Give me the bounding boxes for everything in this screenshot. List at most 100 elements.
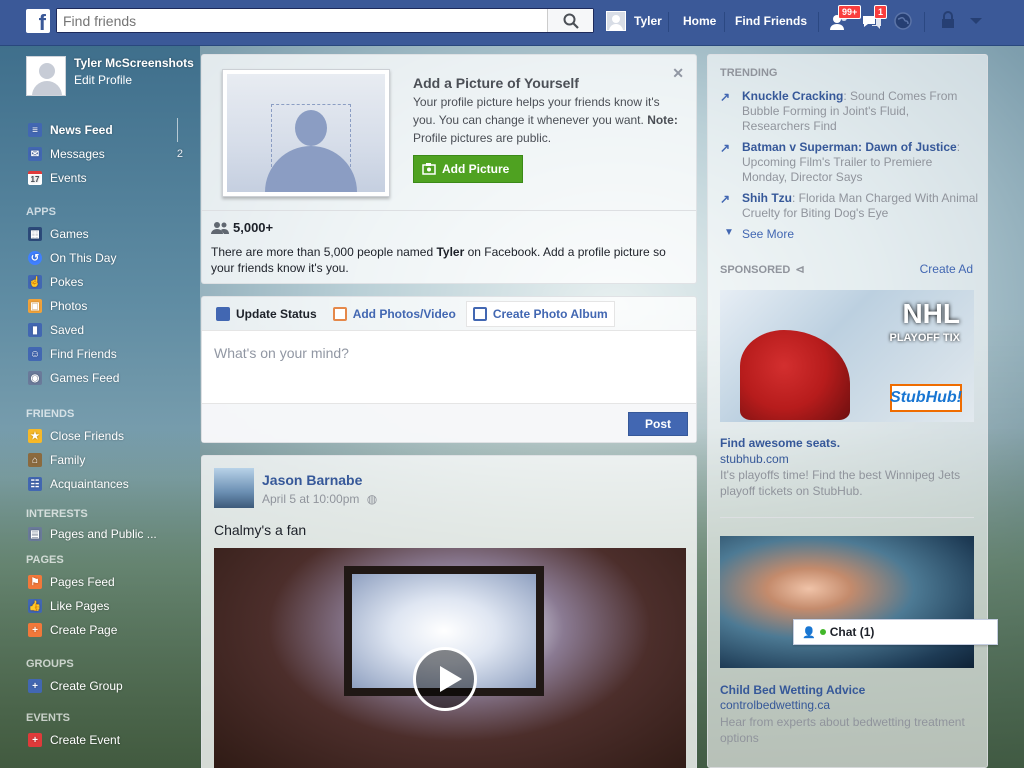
- tab-add-photos-video[interactable]: Add Photos/Video: [327, 302, 462, 326]
- section-title-events[interactable]: EVENTS: [18, 698, 198, 724]
- sidebar-item-events[interactable]: 17 Events: [18, 166, 198, 190]
- status-composer: Update Status Add Photos/Video Create Ph…: [201, 296, 697, 443]
- nav-find-friends-link[interactable]: Find Friends: [735, 14, 807, 28]
- tab-create-photo-album[interactable]: Create Photo Album: [465, 300, 615, 327]
- trending-item[interactable]: ↗ Shih Tzu: Florida Man Charged With Ani…: [720, 191, 980, 221]
- sidebar-item-pokes[interactable]: ☝ Pokes: [18, 270, 198, 294]
- search-icon: [563, 13, 579, 29]
- section-title-groups[interactable]: GROUPS: [18, 642, 198, 670]
- person-icon: 👤: [802, 626, 816, 639]
- chat-tab[interactable]: 👤 Chat (1): [793, 619, 998, 645]
- sidebar-item-messages[interactable]: ✉ Messages 2: [18, 142, 198, 166]
- globe-icon: ◍: [366, 492, 378, 506]
- trending-topic: Shih Tzu: [742, 191, 792, 205]
- add-picture-button[interactable]: Add Picture: [413, 155, 523, 183]
- sidebar-item-like-pages[interactable]: 👍 Like Pages: [18, 594, 198, 618]
- story-author-avatar[interactable]: [214, 468, 254, 508]
- ad-domain[interactable]: controlbedwetting.ca: [720, 698, 830, 712]
- notifications-button[interactable]: [892, 10, 916, 34]
- sidebar-item-label: Family: [50, 453, 86, 467]
- see-more-link[interactable]: ▼ See More: [720, 227, 794, 241]
- name-count: 5,000+: [211, 220, 273, 235]
- profile-picture-placeholder[interactable]: [222, 69, 390, 197]
- sidebar-item-close-friends[interactable]: ★ Close Friends: [18, 424, 198, 448]
- avatar: [606, 11, 626, 31]
- ad-description: It's playoffs time! Find the best Winnip…: [720, 468, 961, 498]
- prompt-text: Your profile picture helps your friends …: [413, 93, 683, 147]
- nav-profile-link[interactable]: Tyler: [606, 11, 662, 31]
- edit-profile-link[interactable]: Edit Profile: [74, 73, 194, 87]
- account-settings-button[interactable]: [966, 10, 990, 34]
- profile-avatar[interactable]: [26, 56, 66, 96]
- top-bar: f Tyler Home Find Friends 99+ 1: [0, 0, 1024, 46]
- ad-domain[interactable]: stubhub.com: [720, 452, 789, 466]
- sidebar-item-saved[interactable]: ▮ Saved: [18, 318, 198, 342]
- sidebar-item-games-feed[interactable]: ◉ Games Feed: [18, 366, 198, 390]
- facebook-logo[interactable]: f: [26, 9, 50, 33]
- profile-summary: Tyler McScreenshots Edit Profile: [18, 46, 198, 110]
- sidebar-item-create-group[interactable]: + Create Group: [18, 674, 198, 698]
- trending-arrow-icon: ↗: [720, 141, 731, 155]
- ad-image-nhl[interactable]: NHL PLAYOFF TIX StubHub!: [720, 290, 974, 422]
- pages-public-icon: ▤: [28, 527, 42, 541]
- search-button[interactable]: [547, 9, 593, 32]
- story-author-name[interactable]: Jason Barnabe: [262, 472, 362, 488]
- sponsored-title: SPONSORED ⊲: [720, 263, 805, 276]
- close-icon[interactable]: ✕: [672, 65, 684, 82]
- sidebar-item-photos[interactable]: ▣ Photos: [18, 294, 198, 318]
- photo-icon: [332, 306, 347, 321]
- sidebar-item-create-page[interactable]: + Create Page: [18, 618, 198, 642]
- sidebar-item-games[interactable]: ▦ Games: [18, 222, 198, 246]
- ad-title[interactable]: Find awesome seats.: [720, 436, 840, 450]
- privacy-shortcuts-button[interactable]: [938, 10, 962, 34]
- search-input[interactable]: [57, 9, 547, 32]
- sidebar-item-label: Games: [50, 227, 89, 241]
- section-title-friends[interactable]: FRIENDS: [18, 390, 198, 420]
- trending-item[interactable]: ↗ Knuckle Cracking: Sound Comes From Bub…: [720, 89, 980, 134]
- sidebar-item-label: On This Day: [50, 251, 117, 265]
- tab-update-status[interactable]: Update Status: [210, 302, 323, 326]
- sidebar-item-label: Games Feed: [50, 371, 120, 385]
- create-ad-link[interactable]: Create Ad: [920, 262, 973, 276]
- sidebar-item-label: Acquaintances: [50, 477, 129, 491]
- nav-home-link[interactable]: Home: [683, 14, 716, 28]
- profile-name[interactable]: Tyler McScreenshots: [74, 56, 194, 71]
- nav-divider: [924, 12, 925, 32]
- sidebar-item-acquaintances[interactable]: ☷ Acquaintances: [18, 472, 198, 496]
- sidebar-item-pages-public[interactable]: ▤ Pages and Public ...: [18, 522, 198, 546]
- sidebar-item-label: Create Group: [50, 679, 123, 693]
- name-count-value: 5,000+: [233, 220, 274, 235]
- messages-button[interactable]: 1: [860, 5, 888, 34]
- sponsored-label: SPONSORED: [720, 264, 791, 276]
- games-feed-icon: ◉: [28, 371, 42, 385]
- sidebar-item-label: Pages Feed: [50, 575, 115, 589]
- sidebar-item-create-event[interactable]: + Create Event: [18, 728, 198, 752]
- post-button[interactable]: Post: [628, 412, 688, 436]
- prompt-description: Your profile picture helps your friends …: [413, 95, 660, 127]
- section-title-apps[interactable]: APPS: [18, 190, 198, 218]
- story-timestamp[interactable]: April 5 at 10:00pm ◍: [262, 492, 377, 506]
- sidebar-item-label: Like Pages: [50, 599, 110, 613]
- section-title-interests[interactable]: INTERESTS: [18, 496, 198, 520]
- play-icon[interactable]: [413, 647, 477, 711]
- sidebar-item-news-feed[interactable]: ≡ News Feed: [18, 118, 198, 142]
- trending-item[interactable]: ↗ Batman v Superman: Dawn of Justice: Up…: [720, 140, 980, 185]
- sidebar-item-pages-feed[interactable]: ⚑ Pages Feed: [18, 570, 198, 594]
- video-player[interactable]: [214, 548, 686, 768]
- messages-icon: ✉: [28, 147, 42, 161]
- friend-requests-button[interactable]: 99+: [828, 5, 862, 34]
- ad-title[interactable]: Child Bed Wetting Advice: [720, 683, 865, 697]
- status-input[interactable]: What's on your mind?: [202, 331, 696, 403]
- ad-image-bedwetting[interactable]: [720, 536, 974, 668]
- divider: [202, 210, 696, 211]
- poke-icon: ☝: [28, 275, 42, 289]
- sidebar-item-label: Close Friends: [50, 429, 125, 443]
- sidebar-item-on-this-day[interactable]: ↺ On This Day: [18, 246, 198, 270]
- sidebar-item-find-friends[interactable]: ☺ Find Friends: [18, 342, 198, 366]
- composer-tabs: Update Status Add Photos/Video Create Ph…: [202, 297, 696, 331]
- family-icon: ⌂: [28, 453, 42, 467]
- sidebar-item-family[interactable]: ⌂ Family: [18, 448, 198, 472]
- section-title-pages[interactable]: PAGES: [18, 546, 198, 566]
- acquaintances-icon: ☷: [28, 477, 42, 491]
- ad-description: Hear from experts about bedwetting treat…: [720, 715, 965, 745]
